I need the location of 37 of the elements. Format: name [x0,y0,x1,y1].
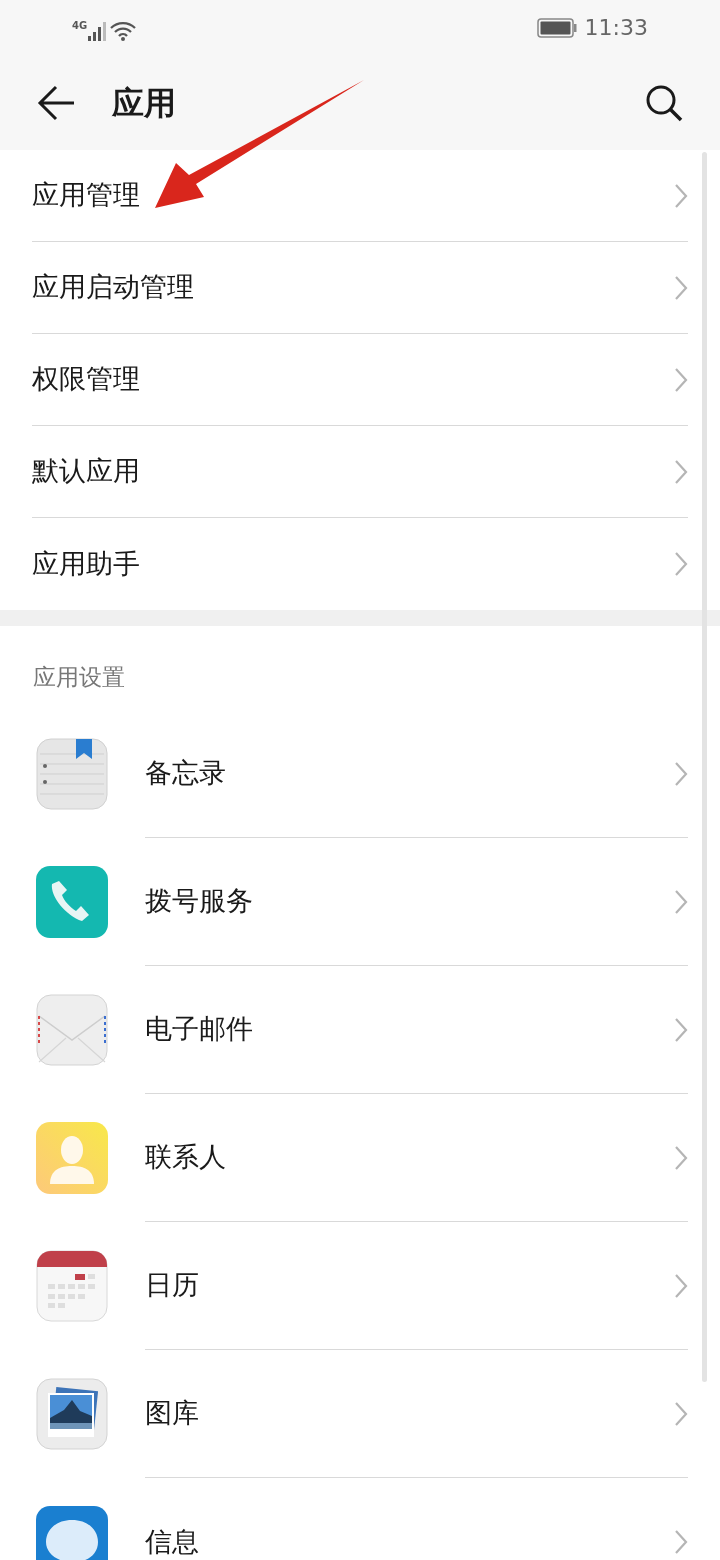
envelope-icon [36,994,108,1066]
chevron-icon [674,1016,688,1043]
photos-icon [36,1378,108,1450]
speech-bubble-icon [36,1506,108,1560]
chevron-icon [674,551,688,577]
battery-icon [536,17,577,38]
calendar-icon [36,1250,108,1322]
chevron-icon [674,182,688,209]
chevron-icon [674,458,688,485]
app-item[interactable]: 联系人 [145,1094,688,1222]
app-item[interactable]: 日历 [145,1222,688,1350]
app-item[interactable]: 电子邮件 [145,966,688,1094]
chevron-icon [674,274,688,301]
chevron-icon [674,888,688,915]
clock: 11:33 [584,14,648,42]
app-item[interactable]: 备忘录 [145,710,688,838]
section-header: 应用设置 [33,662,125,692]
chevron-icon [674,366,688,393]
contact-icon [36,1122,108,1194]
menu-item[interactable]: 默认应用 [32,426,688,518]
menu-item[interactable]: 权限管理 [32,334,688,426]
app-item[interactable]: 图库 [145,1350,688,1478]
chevron-icon [674,1529,688,1555]
chevron-icon [674,760,688,787]
menu-item[interactable]: 应用助手 [32,518,688,610]
notepad-icon [36,738,108,810]
menu-item[interactable]: 应用启动管理 [32,242,688,334]
app-item[interactable]: 信息 [145,1478,688,1560]
chevron-icon [674,1400,688,1427]
wifi-icon [110,20,137,41]
chevron-icon [674,1144,688,1171]
signal-icon [88,20,107,41]
app-item[interactable]: 拨号服务 [145,838,688,966]
chevron-icon [674,1272,688,1299]
page-title: 应用 [112,82,176,124]
phone-icon [36,866,108,938]
network-type: 4G [72,20,88,31]
